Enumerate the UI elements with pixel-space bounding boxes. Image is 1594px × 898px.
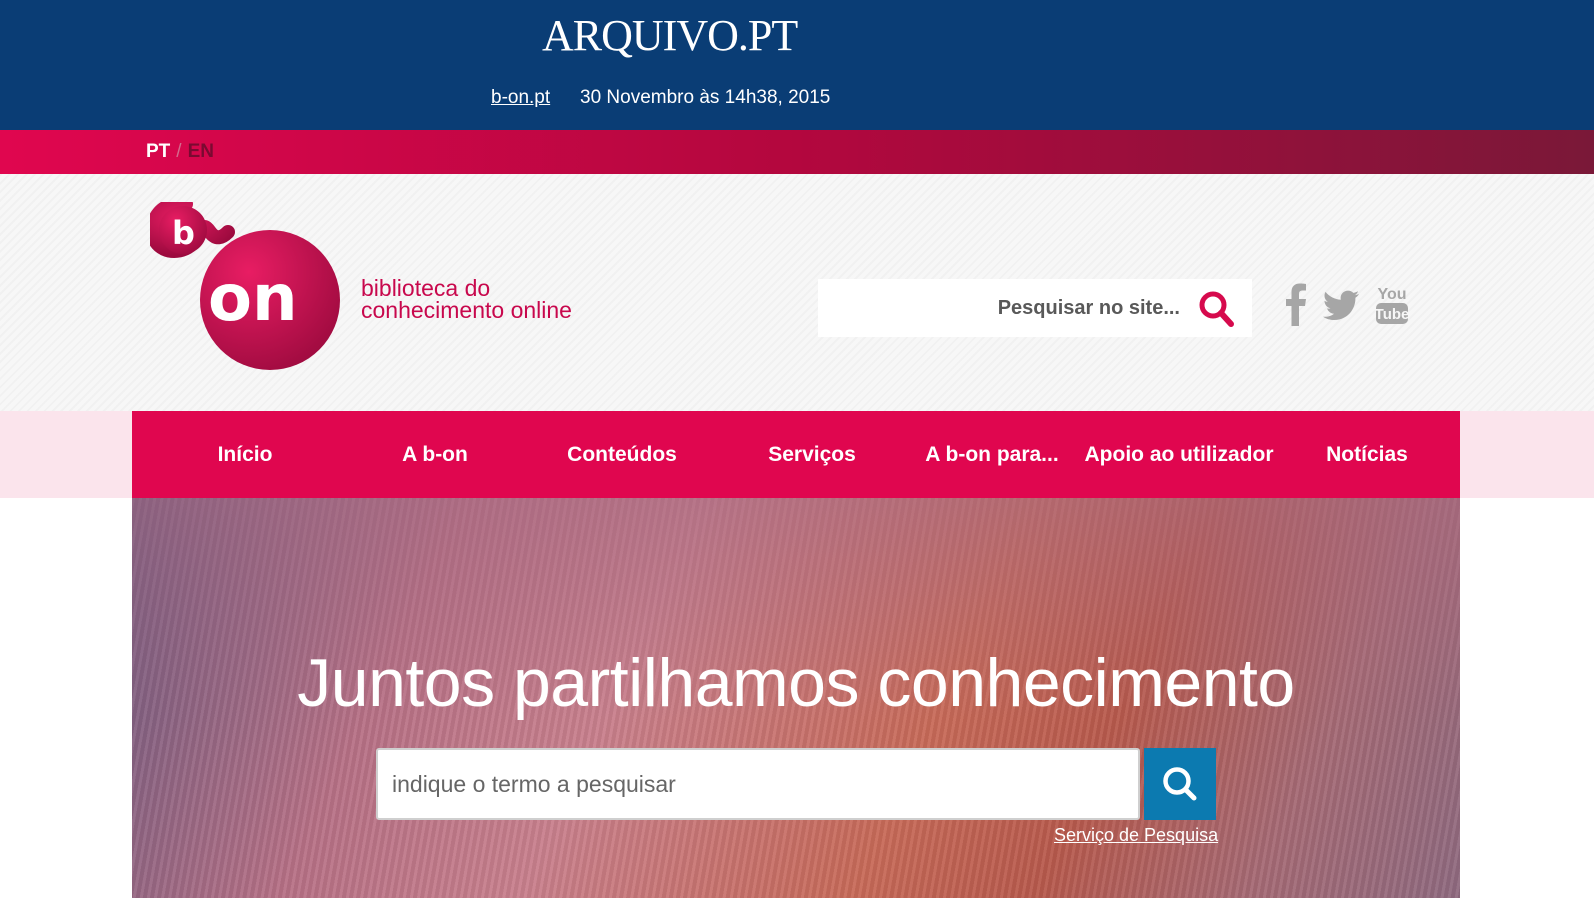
nav-item-servicos[interactable]: Serviços [727,411,897,498]
search-icon [1163,767,1197,801]
nav-item-noticias[interactable]: Notícias [1292,411,1442,498]
svg-text:on: on [208,262,298,336]
site-header: b on biblioteca do conhecimento online Y… [0,174,1594,411]
language-pt[interactable]: PT [146,141,170,162]
svg-text:b: b [172,214,195,252]
language-en[interactable]: EN [188,141,214,162]
language-selector: PT / EN [146,141,214,163]
archive-logo[interactable]: ARQUIVO.PT [542,10,798,61]
language-separator: / [176,141,182,162]
nav-item-inicio[interactable]: Início [170,411,320,498]
search-service-link[interactable]: Serviço de Pesquisa [1054,825,1218,846]
language-bar: PT / EN [0,130,1594,174]
youtube-icon[interactable]: You Tube [1374,282,1410,326]
nav-item-a-b-on-para[interactable]: A b-on para... [907,411,1077,498]
youtube-text-top: You [1377,286,1406,303]
nav-item-apoio[interactable]: Apoio ao utilizador [1084,411,1274,498]
b-on-logo[interactable]: b on [150,202,350,372]
facebook-icon[interactable] [1283,282,1309,326]
archive-bar: ARQUIVO.PT b-on.pt 30 Novembro às 14h38,… [0,0,1594,130]
hero-search-input[interactable] [378,750,1138,818]
youtube-text-bottom: Tube [1375,306,1410,323]
hero-search-button[interactable] [1144,748,1216,820]
twitter-icon[interactable] [1323,282,1361,326]
site-search-input[interactable] [818,279,1190,337]
hero-search-box [376,748,1140,820]
site-search-icon[interactable] [1196,289,1240,329]
archive-site-link[interactable]: b-on.pt [491,87,550,109]
tagline: biblioteca do conhecimento online [361,275,572,323]
hero-banner: Juntos partilhamos conhecimento Serviço … [132,498,1460,898]
nav-item-conteudos[interactable]: Conteúdos [537,411,707,498]
site-search [818,279,1252,337]
tagline-line-1: biblioteca do [361,275,491,301]
archive-capture-date: 30 Novembro às 14h38, 2015 [580,87,831,108]
hero-title: Juntos partilhamos conhecimento [297,645,1295,721]
nav-item-a-b-on[interactable]: A b-on [360,411,510,498]
main-nav: Início A b-on Conteúdos Serviços A b-on … [132,411,1460,498]
tagline-line-2: conhecimento online [361,297,572,323]
